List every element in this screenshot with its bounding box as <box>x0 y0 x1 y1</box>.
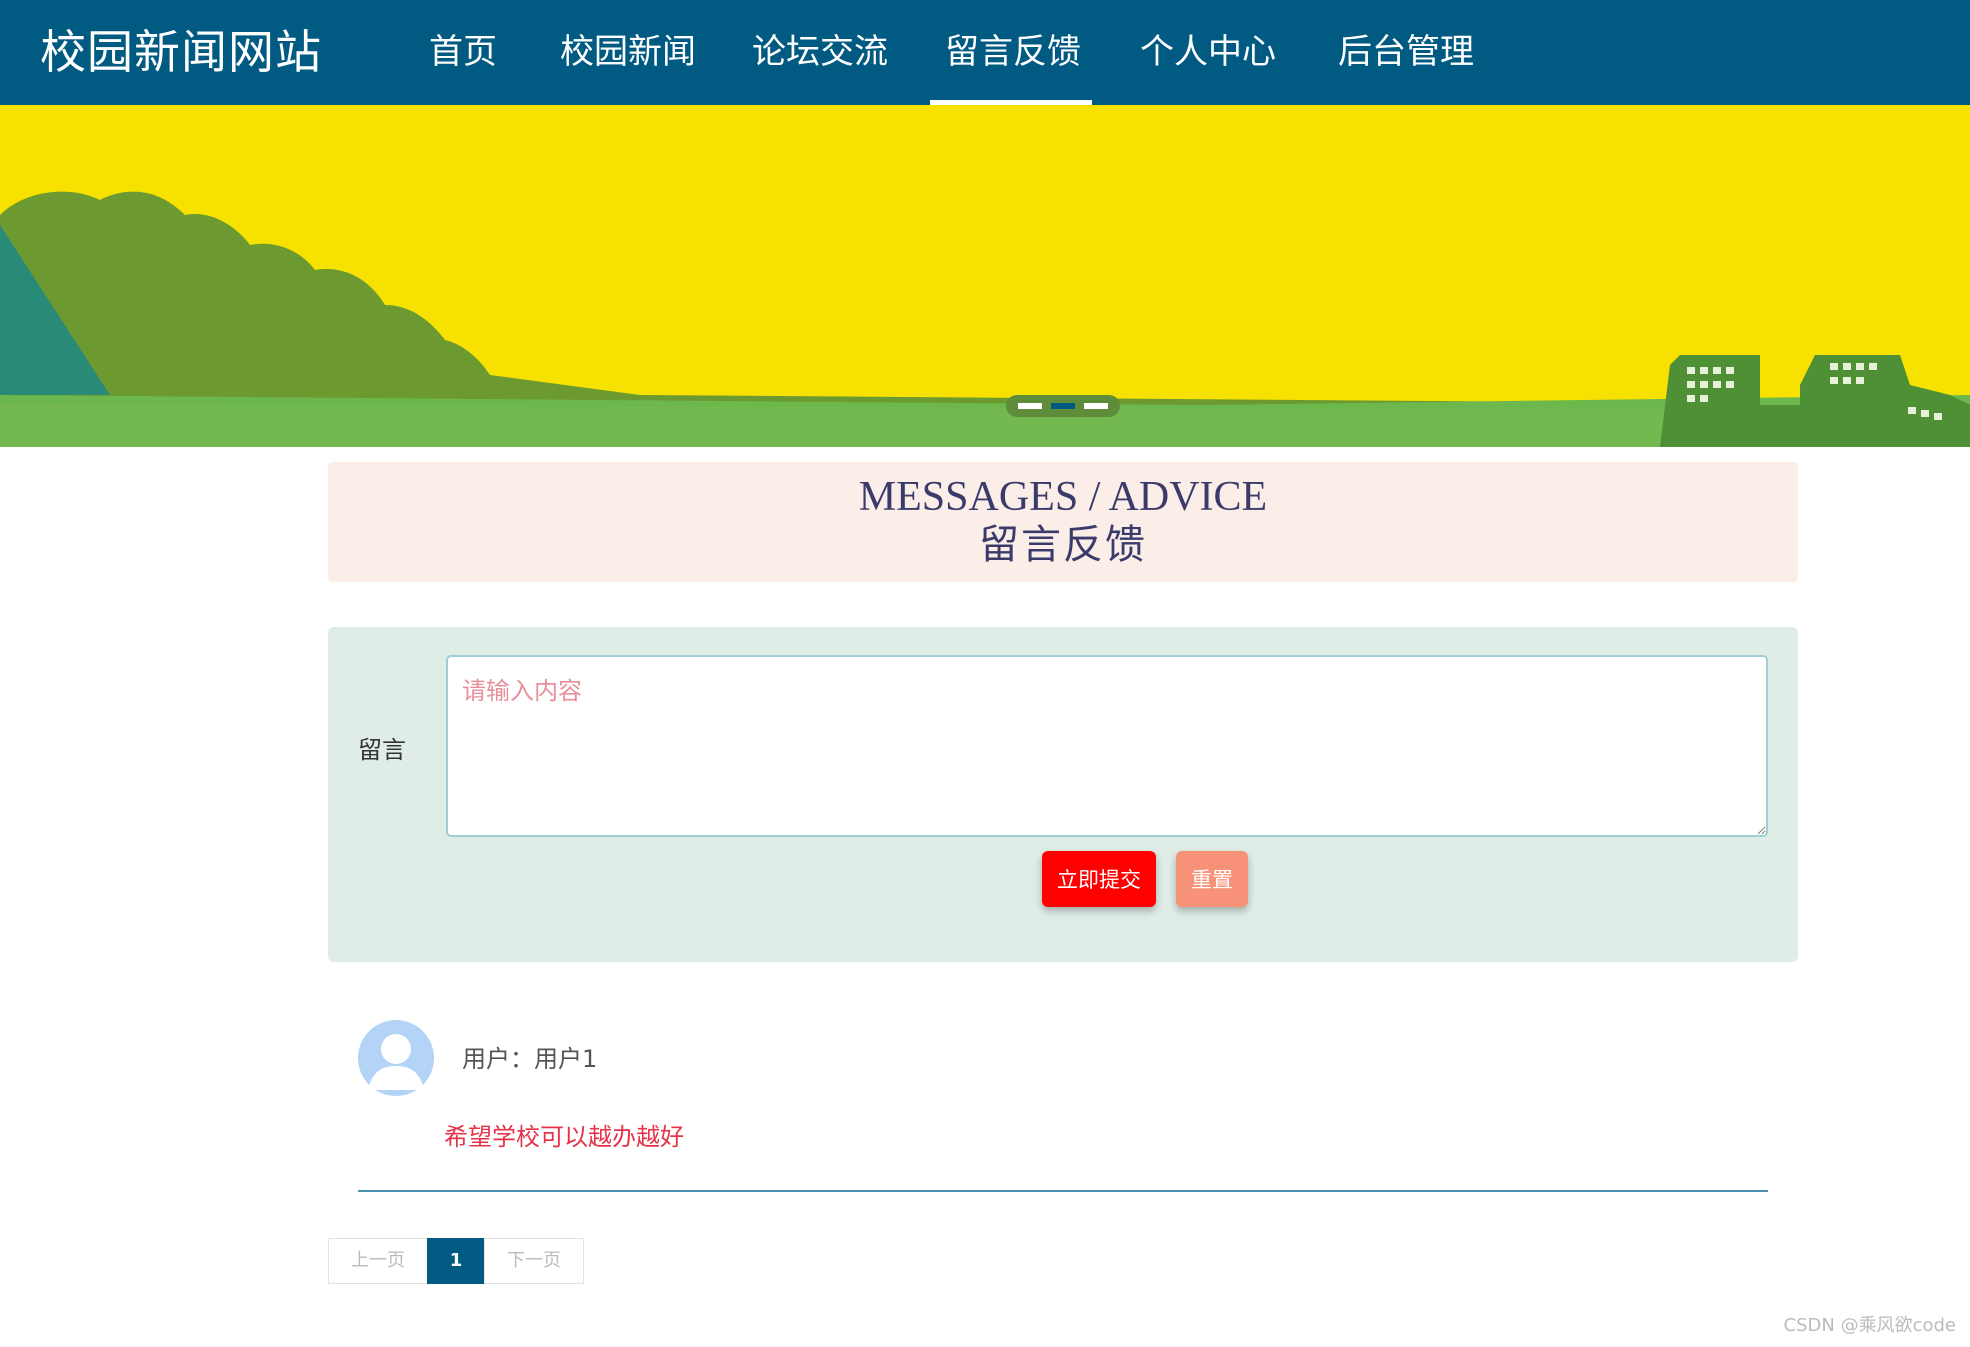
top-navbar: 校园新闻网站 首页 校园新闻 论坛交流 留言反馈 个人中心 后台管理 <box>0 0 1970 105</box>
reset-button[interactable]: 重置 <box>1176 851 1248 907</box>
prev-page-button[interactable]: 上一页 <box>328 1238 428 1284</box>
nav-home[interactable]: 首页 <box>429 30 497 74</box>
message-user: 用户：用户1 <box>462 1045 598 1073</box>
nav-campus-news[interactable]: 校园新闻 <box>560 30 696 74</box>
carousel-dot-1[interactable] <box>1018 403 1042 409</box>
message-input[interactable] <box>446 655 1768 837</box>
carousel-indicator <box>1006 395 1120 417</box>
nav-admin[interactable]: 后台管理 <box>1338 30 1474 74</box>
submit-button[interactable]: 立即提交 <box>1042 851 1156 907</box>
nav-feedback[interactable]: 留言反馈 <box>945 30 1081 74</box>
banner-carousel[interactable] <box>0 105 1970 447</box>
section-heading: MESSAGES / ADVICE 留言反馈 <box>328 462 1798 582</box>
carousel-dot-2[interactable] <box>1051 403 1075 409</box>
message-item: 用户：用户1 希望学校可以越办越好 <box>358 1020 1768 1194</box>
message-divider <box>358 1190 1768 1192</box>
nav-forum[interactable]: 论坛交流 <box>752 30 888 74</box>
banner-illustration <box>0 105 1970 447</box>
section-title-en: MESSAGES / ADVICE <box>858 474 1268 520</box>
carousel-dot-3[interactable] <box>1084 403 1108 409</box>
message-form: 留言 立即提交 重置 <box>328 627 1798 962</box>
page-number-current[interactable]: 1 <box>427 1238 485 1284</box>
next-page-button[interactable]: 下一页 <box>484 1238 584 1284</box>
message-content: 希望学校可以越办越好 <box>444 1123 684 1151</box>
user-avatar-icon <box>358 1020 434 1096</box>
nav-personal-center[interactable]: 个人中心 <box>1140 30 1276 74</box>
watermark: CSDN @乘风欲code <box>1783 1315 1956 1336</box>
site-title[interactable]: 校园新闻网站 <box>40 24 322 80</box>
message-label: 留言 <box>358 736 406 764</box>
section-title-cn: 留言反馈 <box>979 522 1147 568</box>
